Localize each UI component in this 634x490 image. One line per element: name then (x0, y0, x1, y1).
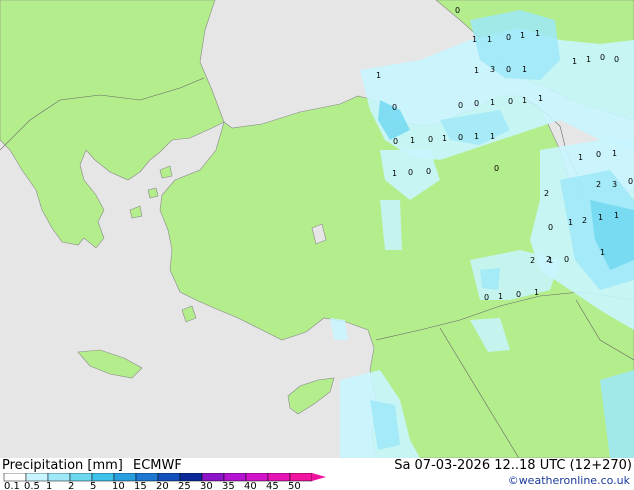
precip-value: 0 (393, 137, 398, 146)
precip-value: 1 (442, 134, 447, 143)
precip-value: 1 (487, 35, 492, 44)
precip-value: 3 (490, 65, 495, 74)
precip-value: 1 (522, 65, 527, 74)
precipitation-color-scale: 0.1 0.5 1 2 5 10 15 20 25 30 35 40 45 50 (3, 473, 326, 490)
precip-value: 2 (544, 189, 549, 198)
scale-swatch (113, 473, 137, 482)
precip-value: 1 (548, 256, 553, 265)
precip-value: 3 (612, 180, 617, 189)
scale-swatch (69, 473, 93, 482)
scale-swatch (223, 473, 247, 482)
precip-value: 1 (578, 153, 583, 162)
precip-value: 2 (530, 256, 535, 265)
precip-value: 0 (426, 167, 431, 176)
model-name: ECMWF (133, 458, 182, 473)
precip-value: 1 (520, 31, 525, 40)
precip-value: 1 (490, 132, 495, 141)
scale-label: 45 (266, 481, 279, 490)
precip-value: 1 (586, 55, 591, 64)
scale-label: 20 (156, 481, 169, 490)
precip-value: 0 (614, 55, 619, 64)
precip-value: 0 (484, 293, 489, 302)
precip-value: 0 (516, 290, 521, 299)
scale-swatch (135, 473, 159, 482)
precip-value: 0 (548, 223, 553, 232)
aegean-island-3 (147, 187, 159, 199)
scale-label: 2 (68, 481, 74, 490)
map-title: Precipitation [mm] (2, 458, 123, 473)
scale-swatch (157, 473, 181, 482)
precip-value: 1 (600, 248, 605, 257)
scale-swatch (179, 473, 203, 482)
scale-label: 5 (90, 481, 96, 490)
precip-value: 1 (522, 96, 527, 105)
precip-value: 0 (508, 97, 513, 106)
precipitation-map: 01 1 0 1 11 3 0 11 1 0 010 0 0 1 0 1 10 1 0 1 0 1 11 0 0 01 0 102 32… (0, 0, 634, 458)
scale-label: 25 (178, 481, 191, 490)
precip-value: 1 (572, 57, 577, 66)
precip-value: 0 (600, 53, 605, 62)
scale-label: 0.1 (4, 481, 20, 490)
forecast-datetime: Sa 07-03-2026 12..18 UTC (12+270) (394, 458, 632, 473)
scale-label: 40 (244, 481, 257, 490)
precip-value: 1 (614, 211, 619, 220)
scale-label: 35 (222, 481, 235, 490)
precip-value: 1 (612, 149, 617, 158)
scale-label: 30 (200, 481, 213, 490)
scale-label: 10 (112, 481, 125, 490)
map-footer: Precipitation [mm] ECMWF Sa 07-03-2026 1… (0, 458, 634, 490)
precip-value: 0 (474, 99, 479, 108)
credit-link[interactable]: ©weatheronline.co.uk (508, 474, 630, 487)
precip-value: 1 (474, 66, 479, 75)
precip-value: 0 (494, 164, 499, 173)
precip-value: 0 (392, 103, 397, 112)
precip-value: 1 (538, 94, 543, 103)
precip-value: 2 (596, 180, 601, 189)
scale-swatch (25, 473, 49, 482)
scale-swatch (201, 473, 225, 482)
precip-value: 1 (392, 169, 397, 178)
scale-swatch (47, 473, 71, 482)
precip-value: 1 (535, 29, 540, 38)
scale-swatch (91, 473, 115, 482)
precip-value: 1 (474, 132, 479, 141)
scale-swatch (289, 473, 313, 482)
precip-value: 1 (410, 136, 415, 145)
precip-value: 0 (628, 177, 633, 186)
precip-value: 1 (598, 213, 603, 222)
precip-value: 1 (490, 98, 495, 107)
precip-value: 1 (534, 288, 539, 297)
scale-label: 15 (134, 481, 147, 490)
precip-value: 2 (582, 216, 587, 225)
scale-swatch (245, 473, 269, 482)
precip-value: 1 (376, 71, 381, 80)
precip-value: 0 (458, 133, 463, 142)
scale-label: 1 (46, 481, 52, 490)
scale-label: 50 (288, 481, 301, 490)
precip-value: 0 (458, 101, 463, 110)
precip-value: 0 (428, 135, 433, 144)
scale-arrow (312, 473, 326, 481)
scale-swatch (267, 473, 291, 482)
precip-value: 1 (568, 218, 573, 227)
precip-value: 0 (506, 65, 511, 74)
precip-value: 0 (506, 33, 511, 42)
scale-swatch (3, 473, 27, 482)
precip-value: 1 (498, 292, 503, 301)
precip-value: 1 (472, 35, 477, 44)
precip-value: 0 (564, 255, 569, 264)
scale-label: 0.5 (24, 481, 40, 490)
precip-value: 0 (408, 168, 413, 177)
precip-value: 0 (455, 6, 460, 15)
precip-value: 0 (596, 150, 601, 159)
